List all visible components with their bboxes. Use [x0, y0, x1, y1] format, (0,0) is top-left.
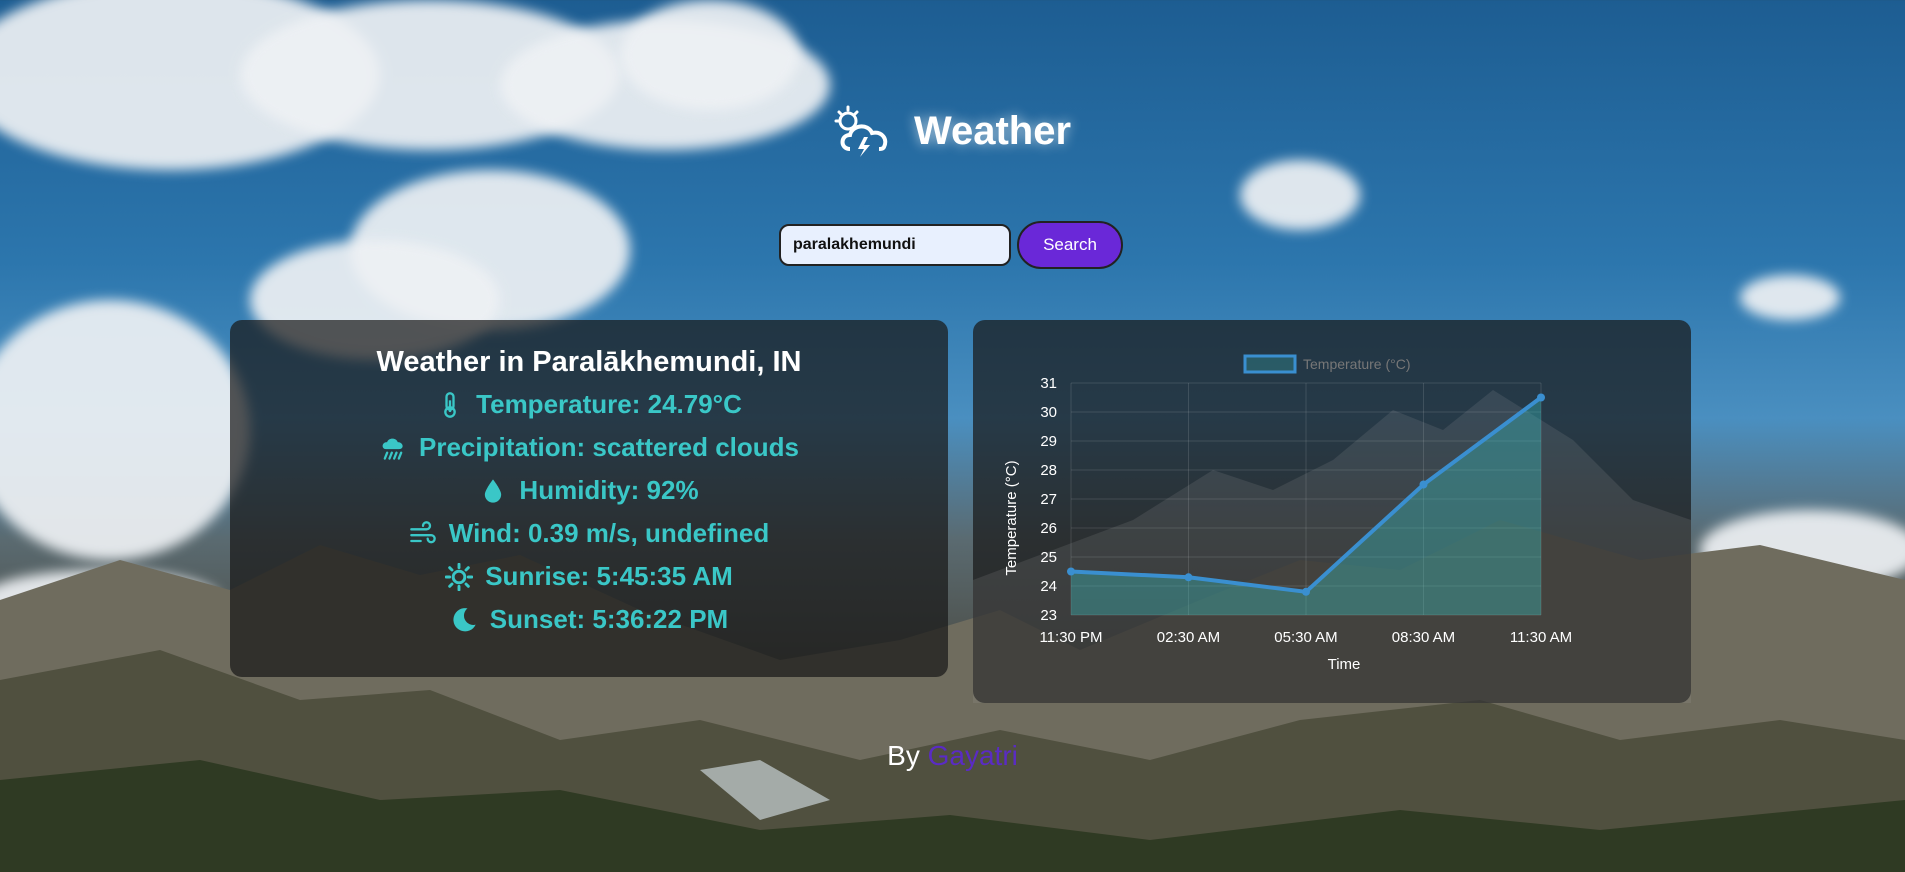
city-search-input[interactable]: [779, 224, 1011, 266]
x-tick-label: 05:30 AM: [1274, 629, 1337, 646]
y-tick-label: 26: [1040, 520, 1057, 537]
x-tick-label: 08:30 AM: [1392, 629, 1455, 646]
water-drop-icon: [485, 478, 502, 503]
app-title: Weather: [913, 108, 1072, 153]
data-point: [1537, 393, 1545, 402]
precipitation-row: Precipitation: scattered clouds: [230, 426, 948, 469]
footer: By Gayatri: [0, 740, 1905, 772]
wind-text: Wind: 0.39 m/s, undefined: [448, 518, 770, 548]
data-point: [1419, 480, 1428, 489]
temperature-row: Temperature: 24.79°C: [230, 383, 948, 426]
weather-info-card: Weather in Paralākhemundi, IN Temperatur…: [230, 320, 948, 677]
y-axis-ticks: 23 24 25 26 27 28 29 30 31: [1040, 375, 1057, 624]
thermometer-icon: [444, 391, 456, 418]
y-tick-label: 25: [1040, 549, 1057, 566]
search-button[interactable]: Search: [1017, 221, 1123, 269]
y-tick-label: 31: [1040, 375, 1057, 392]
y-tick-label: 29: [1040, 433, 1057, 450]
y-tick-label: 24: [1040, 578, 1057, 595]
y-tick-label: 27: [1040, 491, 1057, 508]
sun-icon: [445, 562, 474, 591]
x-tick-label: 11:30 AM: [1510, 629, 1572, 646]
sunrise-row: Sunrise: 5:45:35 AM: [230, 555, 948, 598]
rain-cloud-icon: [382, 438, 403, 460]
sunrise-text: Sunrise: 5:45:35 AM: [485, 561, 733, 591]
author-link[interactable]: Gayatri: [928, 740, 1018, 771]
x-axis-title: Time: [1328, 656, 1361, 673]
chart-legend: Temperature (°C): [1243, 354, 1411, 374]
sunset-row: Sunset: 5:36:22 PM: [230, 598, 948, 641]
y-tick-label: 23: [1040, 607, 1057, 624]
precipitation-text: Precipitation: scattered clouds: [419, 432, 799, 462]
x-tick-label: 02:30 AM: [1157, 629, 1220, 646]
temperature-text: Temperature: 24.79°C: [476, 389, 742, 419]
search-form: Search: [779, 221, 1123, 269]
sunset-text: Sunset: 5:36:22 PM: [489, 604, 729, 634]
moon-icon: [453, 607, 476, 631]
location-heading: Weather in Paralākhemundi, IN: [376, 346, 802, 378]
app-header: Weather: [0, 105, 1905, 157]
legend-label: Temperature (°C): [1303, 356, 1411, 372]
wind-icon: [409, 520, 436, 543]
y-axis-title: Temperature (°C): [1003, 460, 1020, 575]
wind-row: Wind: 0.39 m/s, undefined: [230, 512, 948, 555]
temperature-chart-card: Temperature (°C) 23 24 25 26 27 28 29 30 31 11:3…: [973, 320, 1691, 703]
temperature-chart: Temperature (°C) 23 24 25 26 27 28 29 30 31 11:3…: [973, 354, 1691, 703]
y-tick-label: 30: [1040, 404, 1057, 421]
data-point: [1302, 587, 1310, 596]
data-point: [1067, 567, 1075, 576]
humidity-text: Humidity: 92%: [519, 475, 699, 505]
y-tick-label: 28: [1040, 462, 1057, 479]
x-tick-label: 11:30 PM: [1039, 629, 1102, 646]
storm-cloud-icon: [834, 105, 888, 157]
data-point: [1184, 573, 1193, 582]
humidity-row: Humidity: 92%: [230, 469, 948, 512]
legend-swatch: [1243, 354, 1297, 374]
footer-prefix: By: [887, 740, 920, 771]
